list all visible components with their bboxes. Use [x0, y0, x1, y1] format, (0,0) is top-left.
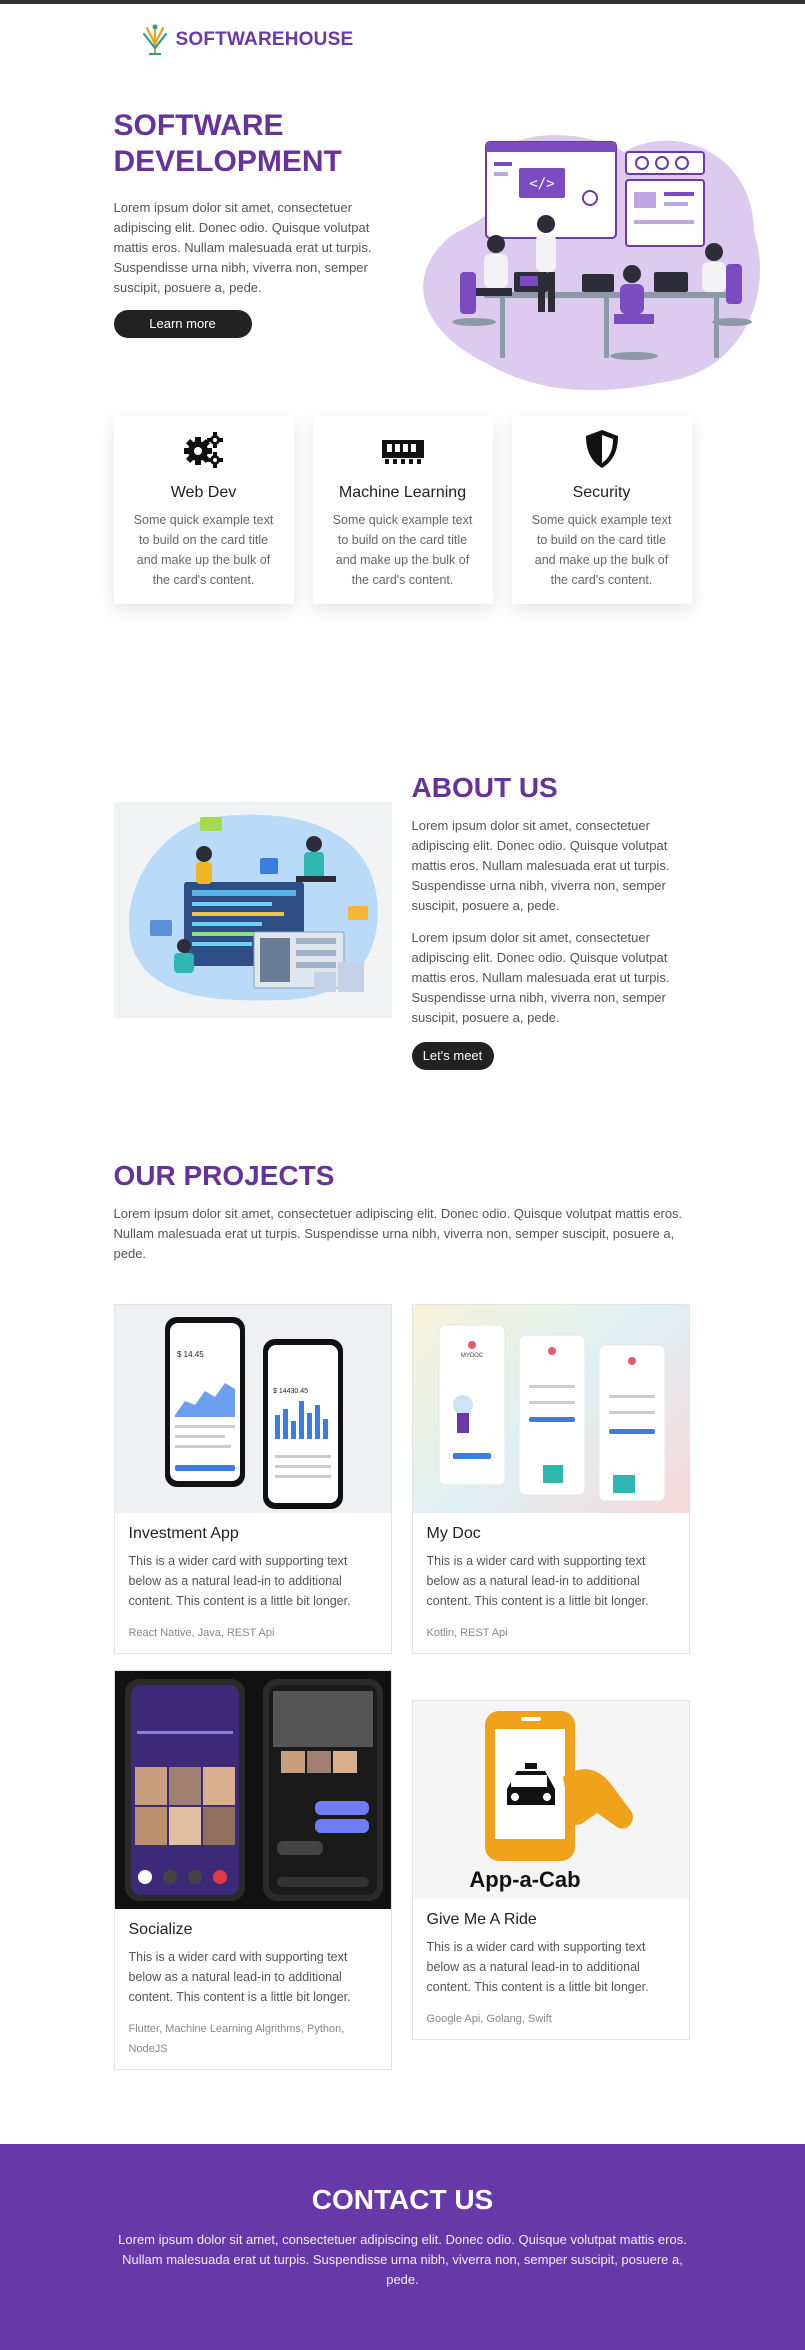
project-card-give-me-a-ride[interactable]: App-a-Cab Give Me A Ride This is a wider… — [411, 1700, 690, 2040]
project-card-socialize[interactable]: Socialize This is a wider card with supp… — [113, 1670, 392, 2070]
project-text: This is a wider card with supporting tex… — [128, 1950, 351, 2004]
mydoc-logo: MYDOC — [460, 1353, 483, 1359]
logo-icon[interactable] — [140, 22, 170, 58]
project-text: This is a wider card with supporting tex… — [426, 1940, 649, 1994]
contact-section: CONTACT US Lorem ipsum dolor sit amet, c… — [0, 2144, 805, 2350]
project-title: Give Me A Ride — [426, 1911, 537, 1928]
project-tech: Flutter, Machine Learning Algrithms, Pyt… — [128, 2023, 345, 2055]
project-tech: React Native, Java, REST Api — [128, 1627, 275, 1639]
contact-text: Lorem ipsum dolor sit amet, consectetuer… — [118, 2232, 687, 2287]
project-tech: Kotlin, REST Api — [426, 1627, 508, 1639]
features-section: Web Dev Some quick example text to build… — [113, 416, 692, 692]
about-paragraph-1: Lorem ipsum dolor sit amet, consectetuer… — [411, 818, 670, 913]
navbar: SOFTWAREHOUSE — [114, 4, 692, 76]
feature-text: Some quick example text to build on the … — [332, 513, 473, 587]
project-image: App-a-Cab — [412, 1701, 689, 1899]
about-section: ABOUT US Lorem ipsum dolor sit amet, con… — [113, 692, 692, 1128]
app-a-cab-logo: App-a-Cab — [469, 1867, 580, 1892]
lets-meet-button[interactable]: Let's meet — [411, 1042, 494, 1070]
hero-illustration: </> — [422, 135, 760, 391]
svg-text:</>: </> — [529, 176, 554, 192]
feature-title: Web Dev — [170, 484, 237, 501]
memory-chip-icon — [381, 440, 424, 464]
project-image: MYDOC — [412, 1305, 689, 1513]
contact-title: CONTACT US — [311, 2184, 494, 2215]
about-paragraph-2: Lorem ipsum dolor sit amet, consectetuer… — [411, 930, 670, 1025]
feature-text: Some quick example text to build on the … — [133, 513, 274, 587]
brand-name[interactable]: SOFTWAREHOUSE — [176, 29, 354, 51]
feature-card-web-dev[interactable]: Web Dev Some quick example text to build… — [113, 416, 294, 604]
feature-title: Security — [572, 484, 631, 501]
project-card-my-doc[interactable]: MYDOC My Doc This is a wider card with s… — [411, 1304, 690, 1654]
hero-section: SOFTWARE DEVELOPMENT Lorem ipsum dolor s… — [113, 76, 760, 416]
project-card-investment-app[interactable]: $ 14.45 $ 14430.45 Investment App This i… — [113, 1304, 392, 1654]
projects-text: Lorem ipsum dolor sit amet, consectetuer… — [113, 1206, 683, 1261]
project-title: Investment App — [128, 1525, 239, 1542]
feature-title: Machine Learning — [338, 484, 467, 501]
project-text: This is a wider card with supporting tex… — [128, 1554, 351, 1608]
shield-icon — [585, 430, 618, 468]
screen-amount-2: $ 14430.45 — [273, 1388, 308, 1395]
gears-icon — [183, 432, 223, 468]
feature-card-security[interactable]: Security Some quick example text to buil… — [511, 416, 692, 604]
screen-amount-1: $ 14.45 — [177, 1350, 204, 1359]
about-title: ABOUT US — [411, 772, 558, 803]
projects-grid: $ 14.45 $ 14430.45 Investment App This i… — [113, 1304, 692, 2134]
hero-text: Lorem ipsum dolor sit amet, consectetuer… — [113, 200, 372, 295]
projects-header: OUR PROJECTS Lorem ipsum dolor sit amet,… — [114, 1128, 692, 1304]
feature-card-machine-learning[interactable]: Machine Learning Some quick example text… — [312, 416, 493, 604]
project-title: Socialize — [128, 1921, 193, 1938]
project-image — [114, 1671, 391, 1909]
project-tech: Google Api, Golang, Swift — [426, 2013, 552, 2025]
about-illustration — [113, 802, 392, 1018]
learn-more-button[interactable]: Learn more — [113, 310, 252, 338]
project-title: My Doc — [426, 1525, 481, 1542]
project-image: $ 14.45 $ 14430.45 — [114, 1305, 391, 1513]
hero-title: SOFTWARE DEVELOPMENT — [113, 109, 342, 178]
projects-title: OUR PROJECTS — [113, 1160, 335, 1191]
project-text: This is a wider card with supporting tex… — [426, 1554, 649, 1608]
feature-text: Some quick example text to build on the … — [531, 513, 672, 587]
